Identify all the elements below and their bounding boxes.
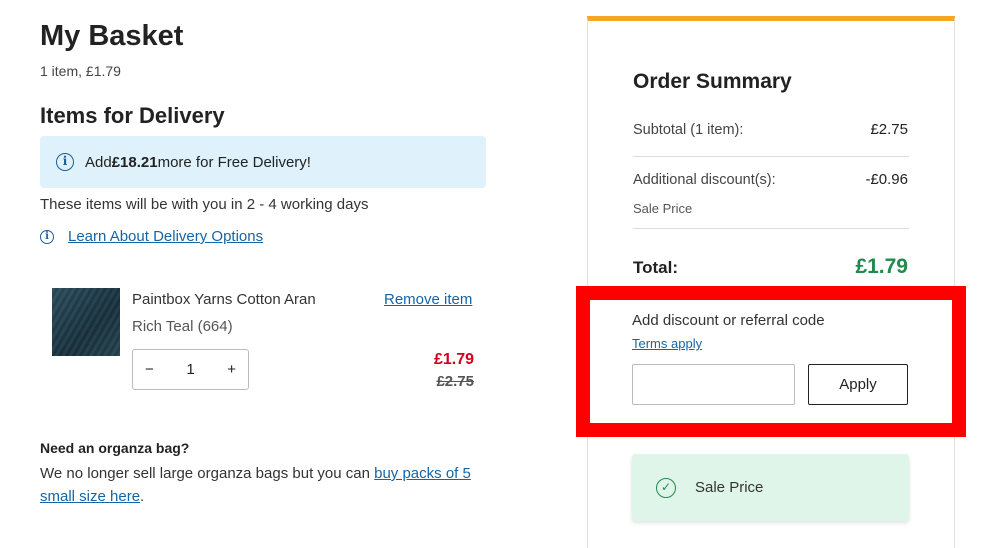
delivery-section-title: Items for Delivery [40,103,225,128]
terms-apply-link[interactable]: Terms apply [632,336,702,351]
delivery-time-note: These items will be with you in 2 - 4 wo… [40,196,369,213]
remove-item-link[interactable]: Remove item [384,291,472,308]
order-summary-title: Order Summary [633,70,792,93]
subtotal-label: Subtotal (1 item): [633,122,744,138]
discount-value: -£0.96 [865,171,908,188]
subtotal-value: £2.75 [870,121,908,138]
quantity-value[interactable]: 1 [186,361,194,378]
info-icon: i [40,229,54,244]
total-label: Total: [633,258,679,277]
discount-sub-label: Sale Price [633,201,693,216]
info-icon: i [56,153,74,171]
organza-text-end: . [140,488,145,505]
basket-item-count: 1 item, £1.79 [40,63,121,79]
organza-text-start: We no longer sell large organza bags but… [40,465,375,482]
banner-suffix: more for Free Delivery! [157,153,311,171]
delivery-options-row: i Learn About Delivery Options [40,228,263,245]
discount-code-label: Add discount or referral code [632,312,825,329]
free-delivery-banner: i Add £18.21 more for Free Delivery! [40,136,486,188]
product-thumbnail[interactable] [52,288,120,356]
delivery-options-link[interactable]: Learn About Delivery Options [68,228,263,245]
banner-prefix: Add [85,153,112,171]
quantity-stepper: − 1 + [132,349,249,390]
total-value: £1.79 [855,255,908,278]
product-variant: Rich Teal (664) [132,318,233,335]
product-name[interactable]: Paintbox Yarns Cotton Aran [132,291,316,308]
check-circle-icon: ✓ [656,477,676,498]
organza-text: We no longer sell large organza bags but… [40,462,490,508]
discount-code-input[interactable] [632,364,795,405]
decrement-button[interactable]: − [145,361,154,378]
summary-divider [633,156,909,157]
original-price: £2.75 [436,373,474,390]
page-title: My Basket [40,20,184,52]
applied-promo-card: ✓ Sale Price [632,454,909,521]
discount-label: Additional discount(s): [633,172,776,188]
summary-divider [633,228,909,229]
increment-button[interactable]: + [227,361,236,378]
sale-price: £1.79 [433,351,474,368]
apply-button[interactable]: Apply [808,364,908,405]
banner-amount: £18.21 [111,153,158,171]
discount-code-section: Add discount or referral code Terms appl… [576,286,966,437]
organza-title: Need an organza bag? [40,440,190,456]
applied-promo-label: Sale Price [695,479,764,496]
